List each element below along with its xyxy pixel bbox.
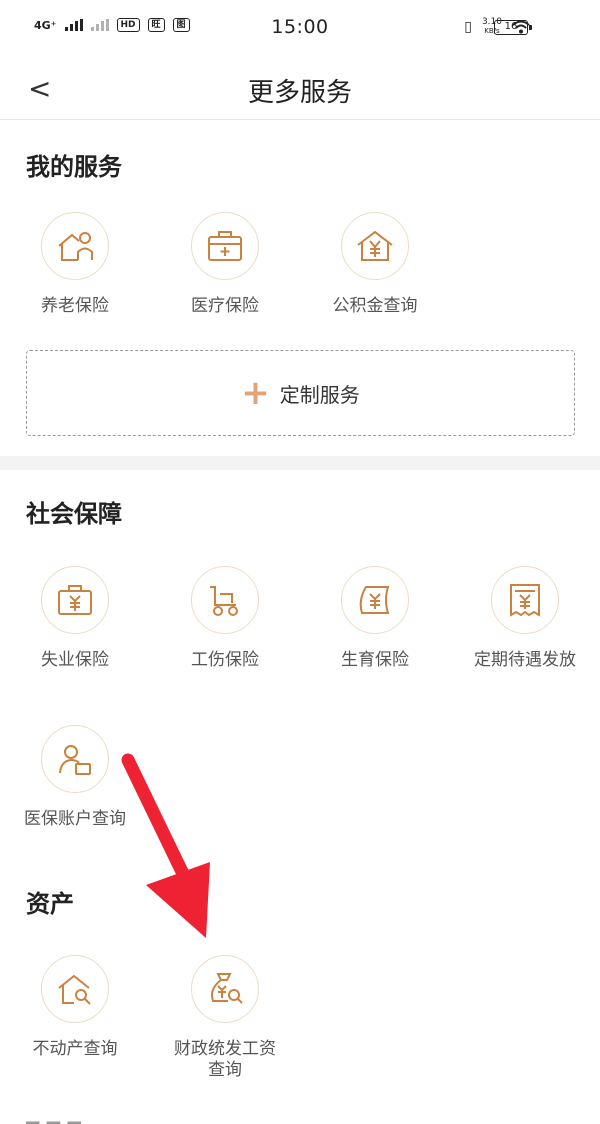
service-regular-benefits[interactable]: 定期待遇发放 [455, 566, 595, 671]
service-label: 公积金查询 [332, 296, 418, 316]
service-work-injury[interactable]: 工伤保险 [155, 566, 295, 671]
status-bar: 4G⁺ HD 旺 图 15:00 ▯ 3.10 KB/s 16 [0, 0, 600, 58]
service-label: 生育保险 [341, 650, 409, 670]
receipt-yuan-icon [491, 566, 559, 634]
house-person-icon [41, 212, 109, 280]
service-label: 定期待遇发放 [474, 650, 576, 670]
service-label: 失业保险 [41, 650, 109, 670]
house-search-icon [41, 955, 109, 1023]
custom-service-button[interactable]: + 定制服务 [26, 350, 575, 436]
service-pension[interactable]: 养老保险 [5, 212, 145, 317]
wheelchair-icon [191, 566, 259, 634]
section-title-assets: 资产 [26, 890, 74, 918]
nav-bar: < 更多服务 [0, 58, 600, 120]
service-label: 工伤保险 [191, 650, 259, 670]
vibrate-icon: ▯ [464, 19, 472, 35]
custom-service-label: 定制服务 [279, 382, 360, 407]
service-label: 养老保险 [41, 296, 109, 316]
medical-kit-icon [191, 212, 259, 280]
service-label: 医保账户查询 [24, 809, 126, 829]
section-title-my-services: 我的服务 [26, 153, 122, 181]
house-yuan-icon [341, 212, 409, 280]
service-housing-fund[interactable]: 公积金查询 [305, 212, 445, 317]
money-bag-search-icon [191, 955, 259, 1023]
service-salary-query[interactable]: 财政统发工资查询 [155, 955, 295, 1081]
next-section-peek: ━ ━ ━ [26, 1112, 81, 1124]
service-unemployment[interactable]: 失业保险 [5, 566, 145, 671]
service-label: 财政统发工资查询 [174, 1039, 276, 1080]
service-label: 医疗保险 [191, 296, 259, 316]
section-divider [0, 456, 600, 470]
pouch-yuan-icon [341, 566, 409, 634]
service-label: 不动产查询 [32, 1039, 118, 1059]
page-title: 更多服务 [247, 78, 352, 108]
service-medical-account[interactable]: 医保账户查询 [5, 725, 145, 830]
service-maternity[interactable]: 生育保险 [305, 566, 445, 671]
person-card-icon [41, 725, 109, 793]
battery-icon: 16 [494, 20, 532, 35]
service-medical[interactable]: 医疗保险 [155, 212, 295, 317]
service-real-estate[interactable]: 不动产查询 [5, 955, 145, 1060]
section-title-social-security: 社会保障 [26, 500, 122, 528]
plus-icon: + [241, 373, 270, 413]
briefcase-yuan-icon [41, 566, 109, 634]
